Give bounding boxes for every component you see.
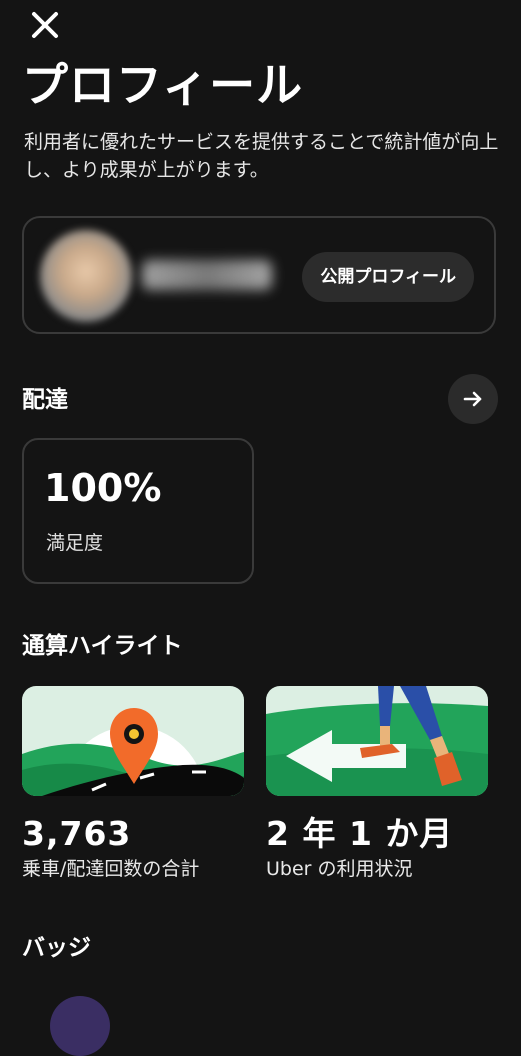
satisfaction-label: 満足度 xyxy=(46,532,104,554)
profile-card: 公開プロフィール xyxy=(22,216,496,334)
map-pin-road-illustration xyxy=(22,686,244,796)
close-icon xyxy=(32,12,58,38)
arrow-right-icon xyxy=(463,391,482,407)
highlight-trips: 3,763 乗車/配達回数の合計 xyxy=(22,686,244,882)
close-button[interactable] xyxy=(28,8,62,42)
badge-item[interactable] xyxy=(50,996,110,1056)
badges-heading: バッジ xyxy=(22,935,91,961)
walking-arrow-illustration xyxy=(266,686,488,796)
trips-total-label: 乗車/配達回数の合計 xyxy=(22,858,200,880)
tenure-label: Uber の利用状況 xyxy=(266,858,413,880)
public-profile-button[interactable]: 公開プロフィール xyxy=(302,252,474,302)
highlights-heading: 通算ハイライト xyxy=(22,633,183,659)
satisfaction-value: 100% xyxy=(44,466,162,510)
highlight-tenure: 2 年 1 か月 Uber の利用状況 xyxy=(266,686,488,882)
username-blurred xyxy=(142,260,272,290)
page-description: 利用者に優れたサービスを提供することで統計値が向上し、より成果が上がります。 xyxy=(24,131,499,181)
delivery-arrow-button[interactable] xyxy=(448,374,498,424)
delivery-heading: 配達 xyxy=(22,387,68,413)
satisfaction-card[interactable]: 100% 満足度 xyxy=(22,438,254,584)
page-title: プロフィール xyxy=(22,58,304,112)
trips-total-value: 3,763 xyxy=(22,814,132,853)
avatar[interactable] xyxy=(40,230,132,322)
tenure-value: 2 年 1 か月 xyxy=(266,814,454,853)
